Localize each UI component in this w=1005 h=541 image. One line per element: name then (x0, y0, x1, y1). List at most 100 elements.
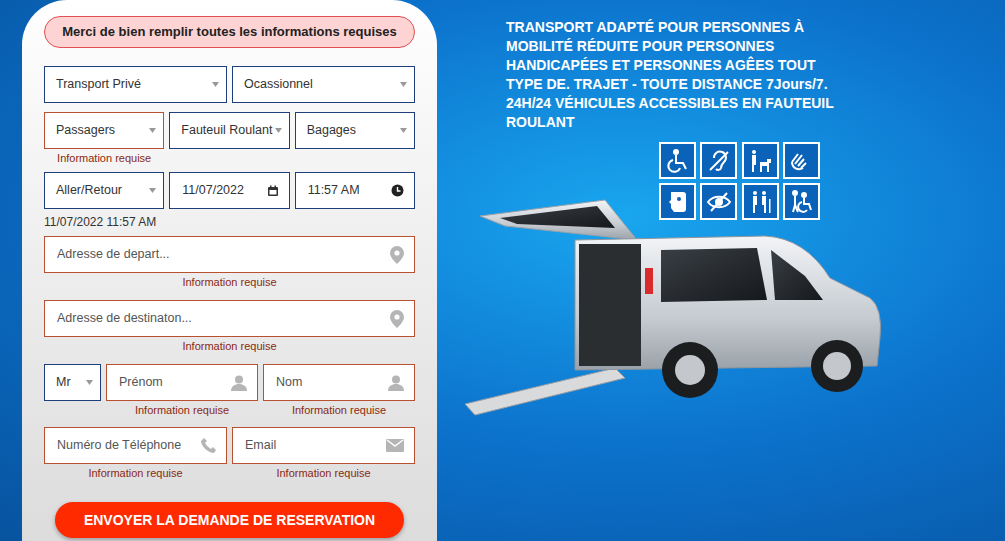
address-input[interactable] (44, 236, 415, 273)
field-group: Aller/Retour 11/07/2022 11:57 AM (44, 172, 415, 209)
select-field[interactable]: Aller/Retour (44, 172, 164, 209)
caret-icon (149, 188, 156, 193)
field-cell: Bagages (295, 112, 415, 167)
field-value: 11/07/2022 (182, 181, 262, 200)
caret-icon (275, 128, 282, 133)
field-cell: 11/07/2022 (169, 172, 289, 209)
guide-dog-icon (742, 142, 779, 179)
field-value: Fauteuil Roulant (181, 121, 270, 140)
select-field[interactable]: Bagages (295, 112, 415, 149)
wheelchair-icon (659, 142, 696, 179)
select-field[interactable]: Ocassionnel (232, 66, 415, 103)
select-field[interactable]: Fauteuil Roulant (169, 112, 289, 149)
form-row: Aller/Retour 11/07/2022 11:57 AM 11/07/2022… (44, 172, 415, 231)
text-input[interactable] (119, 373, 227, 392)
form-row: Information requise (44, 236, 415, 291)
low-vision-icon (700, 183, 737, 220)
field-cell: Fauteuil Roulant (169, 112, 289, 167)
error-message (44, 401, 101, 419)
field-cell: Mr (44, 364, 101, 419)
field-cell: Ocassionnel (232, 66, 415, 103)
field-group: Transport Privé Ocassionnel (44, 66, 415, 103)
info-area: TRANSPORT ADAPTÉ POUR PERSONNES À MOBILI… (506, 0, 885, 541)
form-row: Information requise Information requise (44, 427, 415, 482)
error-message: Information requise (44, 273, 415, 291)
field-value: Bagages (307, 121, 396, 140)
address-input[interactable] (44, 300, 415, 337)
field-value: Mr (56, 373, 82, 392)
field-value: Passagers (56, 121, 145, 140)
caret-icon (86, 380, 93, 385)
error-message: Information requise (232, 464, 415, 482)
select-field[interactable]: Transport Privé (44, 66, 227, 103)
error-message: Information requise (44, 337, 415, 355)
envelope-icon (386, 439, 404, 452)
field-value: 11:57 AM (308, 181, 387, 200)
hearing-icon (700, 142, 737, 179)
cognitive-icon (659, 183, 696, 220)
field-group: Information requise Information requise (44, 427, 415, 482)
booking-form: Merci de bien remplir toutes les informa… (22, 0, 437, 541)
caret-icon (212, 82, 219, 87)
calendar-icon (267, 185, 279, 197)
map-pin-icon (390, 310, 404, 328)
caret-icon (400, 82, 407, 87)
field-cell: Information requise (44, 300, 415, 355)
text-input[interactable] (245, 436, 382, 455)
form-row: Passagers Information requise Fauteuil Rou… (44, 112, 415, 167)
caret-icon (400, 128, 407, 133)
caret-icon (149, 128, 156, 133)
map-pin-icon (390, 246, 404, 264)
field-cell: Passagers Information requise (44, 112, 164, 167)
page: Merci de bien remplir toutes les informa… (0, 0, 1005, 541)
datetime-summary: 11/07/2022 11:57 AM (44, 213, 415, 231)
form-row: Information requise (44, 300, 415, 355)
date-field[interactable]: 11/07/2022 (169, 172, 289, 209)
text-input[interactable] (276, 373, 384, 392)
field-value: Ocassionnel (244, 75, 396, 94)
error-message (169, 149, 289, 167)
time-field[interactable]: 11:57 AM (295, 172, 415, 209)
form-rows: Transport Privé Ocassionnel Passagers Infor… (44, 48, 415, 482)
assisted-person-icon (783, 183, 820, 220)
van-picture (465, 198, 885, 428)
phone-icon (201, 438, 216, 453)
error-message: Information requise (44, 149, 164, 167)
text-input[interactable] (57, 245, 386, 264)
field-cell: 11:57 AM (295, 172, 415, 209)
field-value: Aller/Retour (56, 181, 145, 200)
phone-input[interactable] (44, 427, 227, 464)
field-cell: Information requise (44, 236, 415, 291)
field-cell: Information requise (232, 427, 415, 482)
field-cell: Transport Privé (44, 66, 227, 103)
field-cell: Information requise (44, 427, 227, 482)
sign-language-icon (783, 142, 820, 179)
name-input[interactable] (106, 364, 258, 401)
error-message: Information requise (44, 464, 227, 482)
select-field[interactable]: Mr (44, 364, 101, 401)
field-group: Information requise (44, 300, 415, 355)
text-input[interactable] (57, 309, 386, 328)
person-icon (388, 375, 404, 391)
select-field[interactable]: Passagers (44, 112, 164, 149)
submit-button[interactable]: ENVOYER LA DEMANDE DE RESERVATION (55, 502, 404, 538)
notice-banner: Merci de bien remplir toutes les informa… (44, 16, 415, 48)
form-row: Mr Information requise Information requise (44, 364, 415, 419)
field-group: Passagers Information requise Fauteuil Rou… (44, 112, 415, 167)
accessibility-icons (659, 142, 820, 220)
field-cell: Information requise (263, 364, 415, 419)
error-message: Information requise (263, 401, 415, 419)
form-row: Transport Privé Ocassionnel (44, 66, 415, 103)
clock-icon (391, 184, 404, 197)
email-input[interactable] (232, 427, 415, 464)
headline: TRANSPORT ADAPTÉ POUR PERSONNES À MOBILI… (506, 18, 856, 132)
error-message: Information requise (106, 401, 258, 419)
text-input[interactable] (57, 436, 197, 455)
person-icon (231, 375, 247, 391)
field-cell: Aller/Retour (44, 172, 164, 209)
field-group: Mr Information requise Information requise (44, 364, 415, 419)
field-cell: Information requise (106, 364, 258, 419)
error-message (295, 149, 415, 167)
field-group: Information requise (44, 236, 415, 291)
name-input[interactable] (263, 364, 415, 401)
